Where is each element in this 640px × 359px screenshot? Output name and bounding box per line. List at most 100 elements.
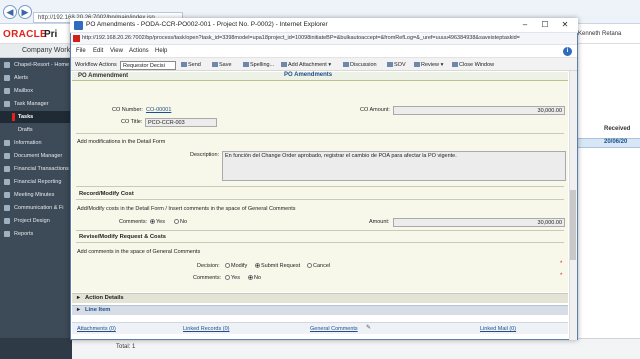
review-icon — [414, 62, 420, 67]
spelling-icon — [243, 62, 249, 67]
decision-label: Decision: — [197, 263, 220, 269]
close-window-icon — [452, 62, 458, 67]
sidebar-item-communication[interactable]: Communication & Fi — [0, 202, 72, 214]
yes-label: Yes — [156, 219, 165, 225]
decision-modify-radio[interactable]: Modify — [225, 263, 247, 269]
po-ammendment-tab[interactable]: PO Ammendment — [78, 73, 128, 79]
close-window-toolbar-button[interactable]: Close Window — [452, 62, 494, 68]
co-title-label: CO Title: — [121, 119, 143, 125]
divider — [76, 242, 564, 243]
sidebar-item-task-manager[interactable]: Task Manager — [0, 98, 72, 110]
sidebar-item-project-design[interactable]: Project Design — [0, 215, 72, 227]
sidebar-item-information[interactable]: Information — [0, 137, 72, 149]
modify-label: Modify — [231, 263, 248, 269]
sidebar-item-financial-reporting[interactable]: Financial Reporting — [0, 176, 72, 188]
discussion-button[interactable]: Discussion — [343, 62, 377, 68]
minimize-button[interactable]: – — [518, 19, 532, 31]
required-marker: * — [560, 273, 563, 279]
menu-view[interactable]: View — [110, 48, 123, 54]
menu-actions[interactable]: Actions — [129, 48, 149, 54]
send-button[interactable]: Send — [181, 62, 201, 68]
sov-button[interactable]: SOV — [387, 62, 406, 68]
comments-icon: ✎ — [366, 325, 372, 331]
workflow-actions-select[interactable]: Requestor Decisi — [120, 61, 176, 70]
close-window-button[interactable]: ✕ — [558, 19, 572, 31]
co-amount-label: CO Amount: — [360, 107, 390, 113]
received-column-header[interactable]: Received — [604, 126, 630, 132]
comments-yes-radio[interactable]: Yes — [150, 219, 165, 225]
popup-url[interactable]: http://192.168.20.26:7002/bp/process/tas… — [82, 35, 572, 41]
sidebar-item-reports[interactable]: Reports — [0, 228, 72, 240]
back-icon[interactable]: ◀ — [3, 5, 17, 19]
modifications-note: Add modifications in the Detail Form — [77, 139, 166, 145]
comments2-no-radio[interactable]: No — [248, 275, 261, 281]
save-icon — [212, 62, 218, 67]
sidebar-item-mailbox[interactable]: Mailbox — [0, 85, 72, 97]
comments2-label: Comments: — [193, 275, 222, 281]
co-number-link[interactable]: CO-00001 — [146, 107, 171, 113]
review-label: Review — [421, 62, 440, 68]
action-details-bar[interactable] — [72, 293, 568, 303]
radio-icon — [307, 263, 312, 268]
line-item-bar[interactable] — [72, 305, 568, 315]
paperclip-icon — [281, 62, 287, 67]
scrollbar-thumb[interactable] — [570, 190, 576, 260]
save-button[interactable]: Save — [212, 62, 232, 68]
menu-file[interactable]: File — [76, 48, 86, 54]
yes-label: Yes — [231, 275, 240, 281]
send-label: Send — [188, 62, 201, 68]
sidebar-footer — [0, 338, 72, 359]
sov-label: SOV — [394, 62, 406, 68]
discussion-icon — [343, 62, 349, 67]
linked-mail-link[interactable]: Linked Mail (0) — [480, 326, 516, 332]
comments2-yes-radio[interactable]: Yes — [225, 275, 240, 281]
maximize-button[interactable]: ☐ — [538, 19, 552, 31]
amount-label: Amount: — [369, 219, 390, 225]
linked-records-link[interactable]: Linked Records (0) — [183, 326, 229, 332]
menu-help[interactable]: Help — [155, 48, 167, 54]
sidebar-item-drafts[interactable]: Drafts — [0, 124, 72, 136]
attachments-link[interactable]: Attachments (0) — [77, 326, 116, 332]
amount-field[interactable]: 30,000.00 — [393, 218, 565, 227]
add-attachment-button[interactable]: Add Attachment ▾ — [281, 62, 331, 68]
save-label: Save — [219, 62, 232, 68]
radio-selected-icon — [248, 275, 253, 280]
spelling-button[interactable]: Spelling... — [243, 62, 274, 68]
comments-no-radio[interactable]: No — [174, 219, 187, 225]
decision-cancel-radio[interactable]: Cancel — [307, 263, 330, 269]
description-textarea[interactable]: En función del Change Order aprobado, re… — [222, 151, 566, 181]
cancel-label: Cancel — [313, 263, 331, 269]
page-icon — [73, 35, 80, 42]
no-label: No — [254, 275, 262, 281]
expand-icon: ▸ — [77, 307, 80, 313]
divider — [76, 199, 564, 200]
record-cost-heading: Record/Modify Cost — [79, 191, 134, 197]
decision-submit-radio[interactable]: Submit Request — [255, 263, 300, 269]
forward-icon[interactable]: ▶ — [18, 5, 32, 19]
form-title: PO Amendments — [284, 72, 333, 78]
sidebar-item-financial-transactions[interactable]: Financial Transactions — [0, 163, 72, 175]
background-task-list — [577, 58, 640, 338]
radio-icon — [225, 275, 230, 280]
spelling-label: Spelling... — [250, 62, 275, 68]
required-marker: * — [560, 261, 563, 267]
sidebar-item-meeting-minutes[interactable]: Meeting Minutes — [0, 189, 72, 201]
review-button[interactable]: Review ▾ — [414, 62, 443, 68]
no-label: No — [180, 219, 188, 225]
company-workspace-tab[interactable]: Company Work — [0, 44, 72, 58]
sidebar-item-tasks[interactable]: Tasks — [0, 111, 72, 123]
info-icon[interactable]: i — [563, 47, 572, 56]
record-cost-note: Add/Modify costs in the Detail Form / In… — [77, 206, 296, 212]
action-details-label: Action Details — [85, 295, 124, 301]
revise-heading: Revise/Modify Request & Costs — [79, 234, 166, 240]
revise-note: Add comments in the space of General Com… — [77, 249, 201, 255]
sidebar-item-document-manager[interactable]: Document Manager — [0, 150, 72, 162]
sidebar-item-alerts[interactable]: Alerts — [0, 72, 72, 84]
sidebar-item-home[interactable]: Chapel-Resort - Home — [0, 59, 72, 71]
co-title-field[interactable]: PCO-CCR-003 — [145, 118, 217, 127]
co-amount-field[interactable]: 30,000.00 — [393, 106, 565, 115]
menu-edit[interactable]: Edit — [93, 48, 103, 54]
submit-request-label: Submit Request — [261, 263, 301, 269]
general-comments-link[interactable]: General Comments — [310, 326, 358, 332]
user-name[interactable]: Kenneth Retana — [578, 31, 621, 37]
